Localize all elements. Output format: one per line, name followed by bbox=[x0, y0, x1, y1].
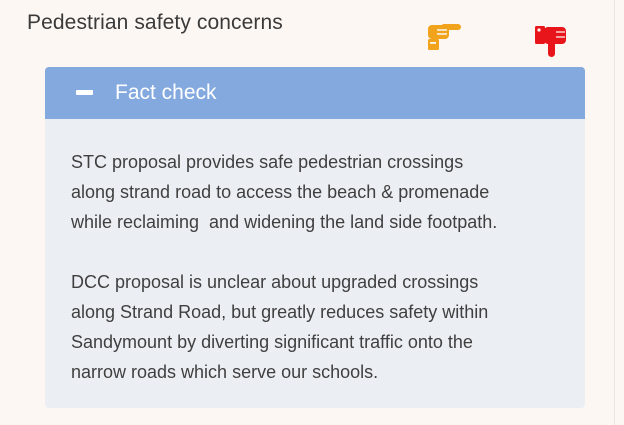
thumbs-sideways-icon[interactable] bbox=[423, 13, 463, 53]
minus-icon bbox=[75, 83, 95, 103]
accordion-body: STC proposal provides safe pedestrian cr… bbox=[45, 119, 585, 387]
card-title: Pedestrian safety concerns bbox=[27, 11, 283, 34]
fact-paragraph-dcc: DCC proposal is unclear about upgraded c… bbox=[71, 272, 489, 382]
thumbs-down-icon[interactable] bbox=[532, 22, 572, 62]
accordion-title: Fact check bbox=[115, 81, 217, 104]
fact-paragraph-stc: STC proposal provides safe pedestrian cr… bbox=[71, 152, 498, 232]
fact-check-accordion: Fact check STC proposal provides safe pe… bbox=[45, 67, 585, 408]
fact-check-toggle[interactable]: Fact check bbox=[45, 67, 585, 119]
pedestrian-safety-card: Pedestrian safety concerns Fact check ST… bbox=[0, 0, 615, 425]
